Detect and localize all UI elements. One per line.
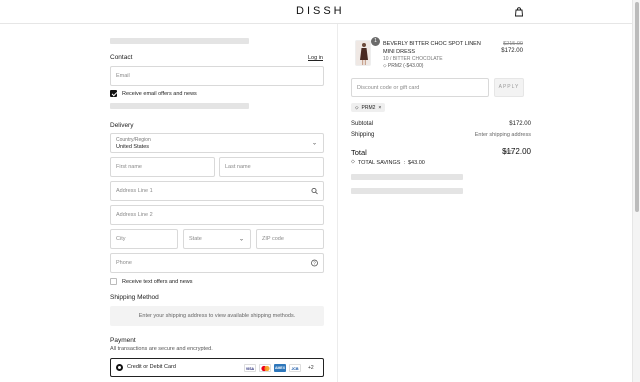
more-cards-count: +2 — [308, 365, 314, 371]
last-name-placeholder: Last name — [225, 164, 251, 170]
shopping-bag-icon[interactable] — [514, 7, 524, 17]
applied-discount-chip: ⬦ PRM2 × — [351, 103, 386, 112]
state-select[interactable]: State ⌄ — [183, 229, 251, 249]
credit-card-label: Credit or Debit Card — [127, 364, 176, 370]
price-original: $215.00 — [503, 41, 523, 47]
address-line-2-field[interactable]: Address Line 2 — [110, 205, 324, 225]
loading-placeholder — [351, 174, 463, 180]
product-discount-text: PRM2 (-$43.00) — [387, 63, 424, 69]
product-variant: 10 / BITTER CHOCOLATE — [383, 56, 443, 62]
email-placeholder: Email — [116, 73, 130, 79]
first-name-field[interactable]: First name — [110, 157, 215, 177]
payment-title: Payment — [110, 337, 136, 344]
header: DISSH — [0, 0, 632, 24]
jcb-icon: JCB — [289, 364, 301, 372]
dress-image — [356, 41, 370, 65]
product-thumbnail — [355, 40, 371, 66]
visa-icon: VISA — [244, 364, 256, 372]
city-placeholder: City — [116, 236, 126, 242]
payment-subtitle: All transactions are secure and encrypte… — [110, 346, 213, 352]
subtotal-value: $172.00 — [509, 121, 531, 127]
phone-field[interactable]: Phone ? — [110, 253, 324, 273]
delivery-title: Delivery — [110, 122, 134, 129]
shipping-label: Shipping — [351, 132, 375, 138]
scrollbar-thumb[interactable] — [635, 2, 639, 212]
country-label: Country/Region — [116, 137, 151, 143]
total-value: $172.00 — [502, 147, 531, 156]
total-savings-value: $43.00 — [407, 159, 425, 166]
email-field[interactable]: Email — [110, 66, 324, 86]
svg-text:?: ? — [313, 261, 316, 266]
subtotal-label: Subtotal — [351, 121, 374, 127]
contact-title: Contact — [110, 54, 133, 61]
tag-icon: ⬦ — [351, 159, 355, 165]
chevron-down-icon: ⌄ — [311, 140, 317, 147]
discount-code-input[interactable]: Discount code or gift card — [351, 78, 489, 97]
shipping-method-title: Shipping Method — [110, 294, 159, 301]
tag-icon: ⬦ — [383, 63, 387, 69]
applied-discount-code: PRM2 — [361, 104, 376, 111]
address-line-1-placeholder: Address Line 1 — [116, 188, 153, 194]
product-discount: ⬦ PRM2 (-$43.00) — [383, 63, 423, 69]
login-link[interactable]: Log in — [308, 55, 323, 61]
price-final: $172.00 — [501, 48, 523, 54]
remove-discount-icon[interactable]: × — [378, 105, 381, 111]
address-line-1-field[interactable]: Address Line 1 — [110, 181, 324, 201]
chevron-down-icon: ⌄ — [238, 236, 244, 243]
email-offers-checkbox[interactable] — [110, 90, 117, 97]
city-field[interactable]: City — [110, 229, 178, 249]
total-label: Total — [351, 148, 367, 157]
column-divider — [337, 24, 338, 382]
total-savings: ⬦ TOTAL SAVINGS: $43.00 — [351, 159, 425, 166]
text-offers-label: Receive text offers and news — [122, 279, 193, 285]
apply-button[interactable]: APPLY — [494, 78, 524, 97]
email-offers-label: Receive email offers and news — [122, 91, 197, 97]
text-offers-checkbox[interactable] — [110, 278, 117, 285]
loading-placeholder — [110, 103, 249, 109]
credit-card-radio[interactable] — [116, 364, 123, 371]
shipping-methods-text: Enter your shipping address to view avai… — [138, 313, 296, 319]
brand-logo[interactable]: DISSH — [296, 5, 345, 17]
express-checkout-placeholder — [110, 38, 249, 44]
shipping-value: Enter shipping address — [474, 132, 531, 138]
country-value: United States — [116, 144, 150, 150]
amex-icon: AMEX — [274, 364, 286, 372]
country-select[interactable]: Country/Region United States ⌄ — [110, 133, 324, 153]
tag-icon: ⬦ — [355, 104, 359, 111]
total-savings-label: TOTAL SAVINGS — [357, 159, 401, 166]
discount-code-placeholder: Discount code or gift card — [357, 84, 420, 91]
phone-placeholder: Phone — [116, 260, 132, 266]
quantity-badge: 1 — [371, 37, 380, 46]
product-name: BEVERLY BITTER CHOC SPOT LINEN MINI DRES… — [383, 41, 481, 55]
scrollbar[interactable] — [632, 0, 640, 382]
mastercard-icon — [259, 364, 271, 372]
help-icon[interactable]: ? — [311, 259, 318, 267]
first-name-placeholder: First name — [116, 164, 142, 170]
credit-card-option[interactable]: Credit or Debit Card VISA AMEX JCB +2 — [110, 358, 324, 377]
state-placeholder: State — [189, 236, 202, 242]
loading-placeholder — [351, 188, 463, 194]
last-name-field[interactable]: Last name — [219, 157, 324, 177]
address-line-2-placeholder: Address Line 2 — [116, 212, 153, 218]
search-icon — [311, 188, 318, 195]
zip-code-placeholder: ZIP code — [262, 236, 284, 242]
zip-code-field[interactable]: ZIP code — [256, 229, 324, 249]
shipping-methods-message: Enter your shipping address to view avai… — [110, 306, 324, 326]
